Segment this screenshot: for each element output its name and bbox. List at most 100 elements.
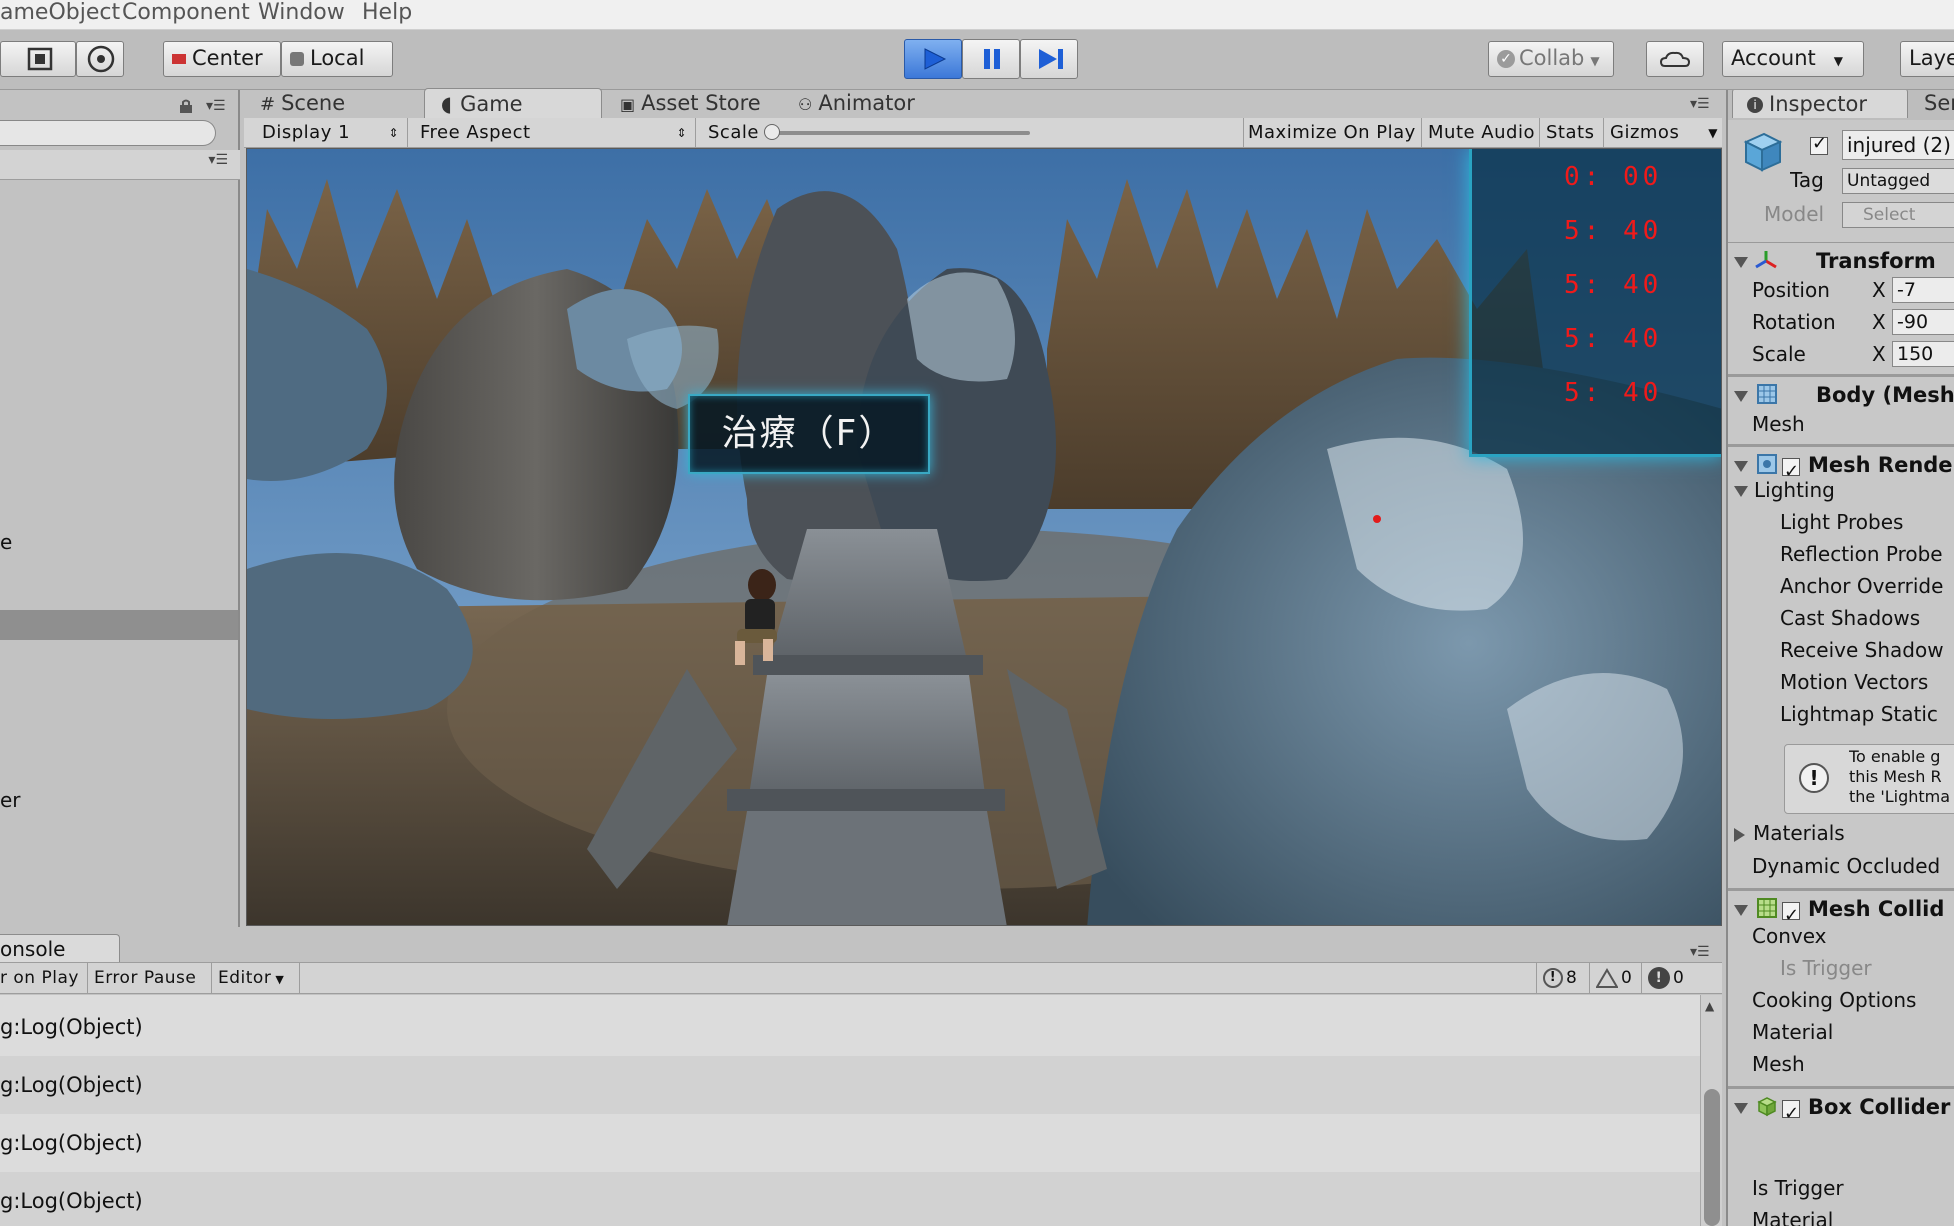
editor-dropdown[interactable]: Editor ▼ — [212, 963, 300, 993]
error-count-toggle[interactable]: ! 0 — [1642, 963, 1698, 993]
scale-slider-thumb[interactable] — [764, 124, 780, 140]
scale-x-input[interactable]: 150 — [1892, 341, 1954, 367]
maximize-on-play-toggle[interactable]: Maximize On Play — [1242, 118, 1422, 148]
pause-button[interactable] — [962, 39, 1020, 79]
scale-x-label: X — [1872, 342, 1886, 366]
menu-bar: ameObject Component Window Help — [0, 0, 1954, 30]
display-dropdown[interactable]: Display 1 ⇕ — [244, 118, 408, 148]
error-pause-toggle[interactable]: Error Pause — [88, 963, 212, 993]
transform-tool-button[interactable] — [76, 41, 124, 77]
menu-window[interactable]: Window — [258, 0, 345, 30]
log-count-toggle[interactable]: ! 8 — [1536, 963, 1590, 993]
store-bag-icon: ▣ — [620, 95, 636, 114]
hierarchy-item[interactable]: er — [0, 788, 21, 812]
convex-label: Convex — [1752, 924, 1827, 948]
lighting-foldout[interactable]: Lighting — [1734, 474, 1954, 506]
lighting-label: Lighting — [1754, 478, 1835, 502]
tab-game[interactable]: ◖ Game — [424, 88, 602, 118]
gizmos-dropdown[interactable]: Gizmos ▼ — [1604, 118, 1722, 148]
mesh-filter-title: Body (Mesh — [1816, 383, 1954, 407]
tab-scene-label: Scene — [281, 91, 346, 115]
hierarchy-search-input[interactable] — [0, 120, 216, 146]
materials-label: Materials — [1753, 821, 1845, 845]
mesh-collider-header[interactable]: Mesh Collid — [1728, 888, 1954, 924]
scale-label: Scale — [708, 122, 759, 143]
layers-dropdown[interactable]: Laye — [1900, 41, 1954, 77]
model-select-button[interactable]: Select — [1842, 202, 1954, 228]
info-line: this Mesh R — [1849, 767, 1942, 786]
tab-animator[interactable]: ⚇ Animator — [798, 88, 915, 118]
console-menu-icon[interactable]: ▾☰ — [1690, 944, 1710, 960]
collab-button[interactable]: ✓ Collab ▼ — [1488, 41, 1614, 77]
tag-dropdown[interactable]: Untagged — [1842, 168, 1954, 194]
scale-slider-track[interactable] — [770, 131, 1030, 135]
lock-icon[interactable] — [178, 98, 194, 113]
console-row[interactable]: g:Log(Object) — [0, 1056, 1700, 1114]
scene-grid-icon: # — [260, 94, 276, 115]
tag-label: Tag — [1790, 168, 1824, 192]
account-dropdown[interactable]: Account ▼ — [1722, 41, 1864, 77]
info-line: the 'Lightma — [1849, 787, 1951, 806]
anchor-override-label: Anchor Override — [1780, 574, 1944, 598]
foldout-open-icon — [1734, 243, 1748, 278]
play-button[interactable] — [904, 39, 962, 79]
dynamic-occluded-label: Dynamic Occluded — [1752, 854, 1941, 878]
tab-asset-store-label: Asset Store — [641, 91, 761, 115]
tab-inspector[interactable]: i Inspector — [1732, 90, 1908, 118]
checkbox-box — [1782, 898, 1800, 924]
lightmap-static-label: Lightmap Static — [1780, 702, 1938, 726]
hierarchy-item[interactable]: e — [0, 530, 12, 554]
tab-console[interactable]: onsole — [0, 934, 120, 962]
menu-help[interactable]: Help — [362, 0, 412, 30]
editor-label: Editor — [218, 968, 272, 988]
game-panel-menu-icon[interactable]: ▾☰ — [1690, 96, 1710, 112]
console-row[interactable]: g:Log(Object) — [0, 1172, 1700, 1226]
foldout-open-icon — [1734, 891, 1748, 924]
pivot-center-button[interactable]: Center — [163, 41, 281, 77]
materials-foldout[interactable]: Materials — [1734, 817, 1954, 849]
timer-value: 5: 40 — [1564, 378, 1663, 408]
cloud-button[interactable] — [1646, 41, 1704, 77]
box-collider-header[interactable]: Box Collider — [1728, 1086, 1954, 1122]
box-collider-enabled-checkbox[interactable] — [1782, 1090, 1800, 1122]
step-button[interactable] — [1020, 39, 1078, 79]
object-name-input[interactable]: injured (2) — [1842, 130, 1954, 160]
aspect-dropdown[interactable]: Free Aspect ⇕ — [408, 118, 696, 148]
inspector-tab-strip: i Inspector Ser — [1728, 90, 1954, 120]
scroll-up-icon[interactable]: ▲ — [1705, 999, 1714, 1013]
check-icon: ✓ — [1497, 50, 1515, 68]
tab-scene[interactable]: # Scene — [260, 88, 345, 118]
dropdown-arrow-icon: ▼ — [1590, 54, 1600, 68]
console-row[interactable]: g:Log(Object) — [0, 1114, 1700, 1172]
menu-component[interactable]: Component — [122, 0, 250, 30]
timer-panel: 0: 00 5: 40 5: 40 5: 40 5: 40 — [1469, 149, 1721, 457]
console-row[interactable]: g:Log(Object) — [0, 998, 1700, 1056]
position-x-input[interactable]: -7 — [1892, 277, 1954, 303]
warning-count-toggle[interactable]: 0 — [1590, 963, 1642, 993]
cloud-icon — [1659, 51, 1691, 67]
stats-toggle[interactable]: Stats — [1540, 118, 1604, 148]
pivot-local-button[interactable]: Local — [281, 41, 393, 77]
tab-asset-store[interactable]: ▣ Asset Store — [620, 88, 761, 118]
clear-on-play-toggle[interactable]: r on Play — [0, 963, 88, 993]
mesh-filter-header[interactable]: Body (Mesh — [1728, 374, 1954, 410]
console-scrollbar[interactable]: ▲ — [1700, 995, 1722, 1226]
rotation-x-input[interactable]: -90 — [1892, 309, 1954, 335]
scene-header-row[interactable]: ▾☰ — [0, 150, 240, 180]
lightmap-info-box: ! To enable g this Mesh R the 'Lightma — [1784, 744, 1954, 814]
menu-gameobject[interactable]: ameObject — [0, 0, 120, 30]
error-count: 0 — [1673, 968, 1685, 988]
dropdown-arrow-icon: ▼ — [1708, 126, 1718, 140]
scene-menu-icon[interactable]: ▾☰ — [208, 152, 228, 168]
rect-tool-button[interactable] — [0, 41, 76, 77]
active-checkbox[interactable] — [1810, 133, 1828, 155]
mute-audio-toggle[interactable]: Mute Audio — [1422, 118, 1540, 148]
game-viewport[interactable]: 0: 00 5: 40 5: 40 5: 40 5: 40 — [246, 148, 1722, 926]
updown-icon: ⇕ — [388, 126, 399, 140]
cube-icon — [1740, 130, 1784, 174]
console-scrollbar-thumb[interactable] — [1704, 1089, 1720, 1226]
hierarchy-item-selected[interactable] — [0, 610, 238, 640]
tab-services[interactable]: Ser — [1924, 90, 1954, 118]
transform-header[interactable]: Transform — [1728, 242, 1954, 278]
panel-menu-icon[interactable]: ▾☰ — [206, 98, 226, 114]
